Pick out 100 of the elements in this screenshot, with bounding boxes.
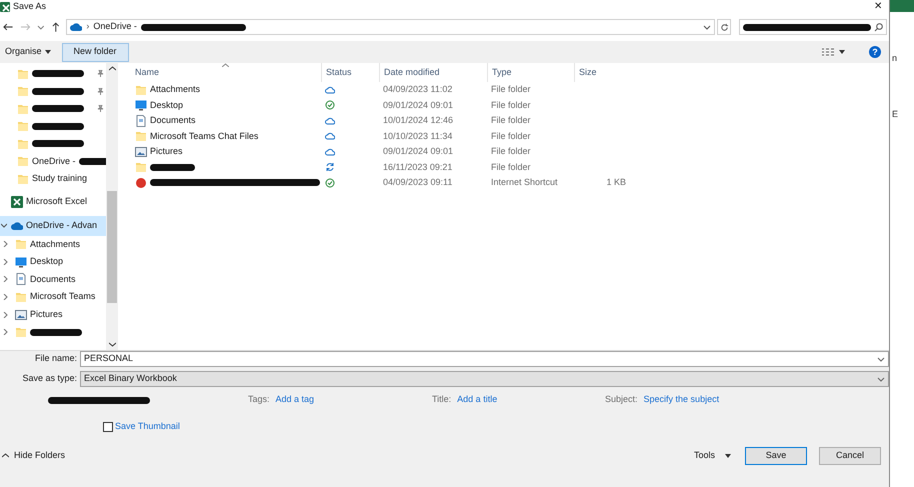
caret-down-icon	[725, 454, 731, 458]
sidebar-item[interactable]: Pictures	[0, 306, 106, 324]
folder-icon	[17, 85, 29, 98]
monitor-icon	[15, 256, 27, 268]
search-field[interactable]	[738, 19, 887, 35]
scrollbar[interactable]	[106, 63, 118, 350]
type-cell-text: File folder	[490, 114, 532, 127]
organise-menu[interactable]: Organise	[4, 45, 52, 59]
up-arrow-icon	[50, 21, 62, 33]
file-name[interactable]: Attachments	[150, 83, 200, 96]
date-cell-text: 04/09/2023 11:02	[382, 83, 454, 96]
file-name-field[interactable]: PERSONAL	[80, 351, 889, 367]
date-cell-text: 09/01/2024 09:01	[382, 145, 454, 158]
sidebar-item[interactable]: Attachments	[0, 236, 106, 254]
tools-menu[interactable]: Tools	[694, 448, 731, 462]
checkbox-label[interactable]: Save Thumbnail	[115, 420, 180, 434]
new-folder-button[interactable]: New folder	[62, 42, 129, 62]
column-header[interactable]: Size	[574, 63, 634, 82]
size-cell-text: 1 KB	[605, 176, 627, 189]
sidebar-item[interactable]: Microsoft Teams	[0, 288, 106, 306]
folder-icon	[15, 238, 27, 250]
chevron-down-icon	[37, 23, 45, 31]
refresh-button[interactable]	[717, 19, 731, 35]
date-cell-text: 04/09/2023 09:11	[382, 176, 454, 189]
scroll-down-icon	[108, 342, 116, 347]
monitor-icon	[135, 99, 147, 112]
folder-icon	[17, 138, 29, 150]
ribbon-strip	[890, 0, 914, 12]
address-bar[interactable]: › OneDrive -	[66, 19, 716, 35]
chevron-down-icon	[877, 375, 885, 383]
folder-icon	[15, 326, 27, 338]
window-title: Save As	[13, 0, 46, 13]
caret-down-icon	[839, 50, 845, 54]
date-cell-text: 10/01/2024 12:46	[382, 114, 454, 127]
scroll-up-icon	[108, 66, 116, 71]
file-name[interactable]: Microsoft Teams Chat Files	[150, 130, 258, 143]
metadata-label: Title:	[432, 393, 452, 406]
picture-icon	[15, 308, 27, 321]
search-icon	[874, 22, 883, 32]
type-cell-text: Internet Shortcut	[490, 176, 559, 189]
folder-icon	[17, 172, 29, 185]
chevron-up-icon	[2, 453, 9, 458]
column-header[interactable]: Date modified	[379, 63, 487, 82]
checkbox[interactable]	[103, 422, 113, 432]
caret-down-icon	[44, 50, 51, 54]
type-cell-text: File folder	[490, 160, 532, 174]
background-text: E	[892, 108, 900, 120]
file-type-dropdown[interactable]: Excel Binary Workbook	[80, 371, 889, 387]
folder-icon	[17, 155, 29, 168]
date-cell-text: 09/01/2024 09:01	[382, 98, 454, 112]
metadata-link[interactable]: Add a tag	[276, 393, 314, 407]
field-label: File name:	[34, 352, 78, 366]
list-view-icon	[822, 48, 835, 56]
column-header[interactable]: Status	[321, 63, 379, 82]
chevron-down-icon	[877, 355, 885, 363]
type-cell-text: File folder	[490, 98, 532, 112]
file-name[interactable]: Pictures	[150, 145, 183, 158]
column-header[interactable]: Type	[487, 63, 574, 82]
date-cell-text: 10/10/2023 11:34	[382, 130, 454, 142]
chevron-down-icon	[703, 23, 712, 31]
sidebar-item[interactable]: OneDrive - Advan	[0, 216, 106, 236]
document-icon	[135, 114, 147, 127]
sidebar-item[interactable]: Desktop	[0, 253, 106, 271]
background-text: n	[892, 52, 898, 65]
folder-icon	[135, 161, 147, 174]
metadata-label: Subject:	[605, 393, 638, 406]
pin-icon	[97, 105, 104, 112]
close-button[interactable]: ✕	[870, 0, 886, 14]
help-button[interactable]: ?	[869, 46, 881, 58]
sidebar-item[interactable]: Documents	[0, 270, 106, 288]
back-arrow-icon	[2, 21, 14, 33]
breadcrumb-text: OneDrive -	[93, 20, 137, 34]
cloud-icon	[70, 21, 82, 33]
folder-icon	[17, 102, 29, 115]
document-icon	[15, 273, 27, 286]
type-cell-text: File folder	[490, 83, 532, 96]
metadata-link[interactable]: Add a title	[457, 393, 498, 407]
metadata-label: Tags:	[248, 393, 270, 406]
folder-icon	[17, 68, 29, 80]
hide-folders-button[interactable]: Hide Folders	[2, 448, 66, 462]
spreadsheet-icon	[11, 196, 23, 208]
sidebar-item[interactable]: Microsoft Excel	[0, 192, 106, 212]
forward-arrow-icon	[20, 21, 32, 33]
file-name[interactable]: Documents	[150, 114, 196, 128]
date-cell-text: 16/11/2023 09:21	[382, 160, 454, 174]
picture-icon	[135, 146, 147, 158]
cancel-button[interactable]: Cancel	[819, 446, 881, 464]
column-header[interactable]: Name	[131, 63, 321, 82]
breadcrumb-separator: ›	[86, 20, 90, 34]
file-name[interactable]: Desktop	[150, 98, 184, 112]
save-button[interactable]: Save	[745, 446, 807, 464]
folder-icon	[15, 291, 27, 304]
scrollbar-thumb[interactable]	[107, 191, 117, 303]
sidebar-item[interactable]: OneDrive -	[0, 152, 106, 170]
metadata-link[interactable]: Specify the subject	[644, 393, 720, 407]
pin-icon	[97, 88, 104, 95]
folder-icon	[135, 84, 147, 96]
type-cell-text: File folder	[490, 145, 532, 158]
refresh-icon	[720, 22, 729, 32]
sidebar-item[interactable]: Study training	[0, 170, 106, 188]
